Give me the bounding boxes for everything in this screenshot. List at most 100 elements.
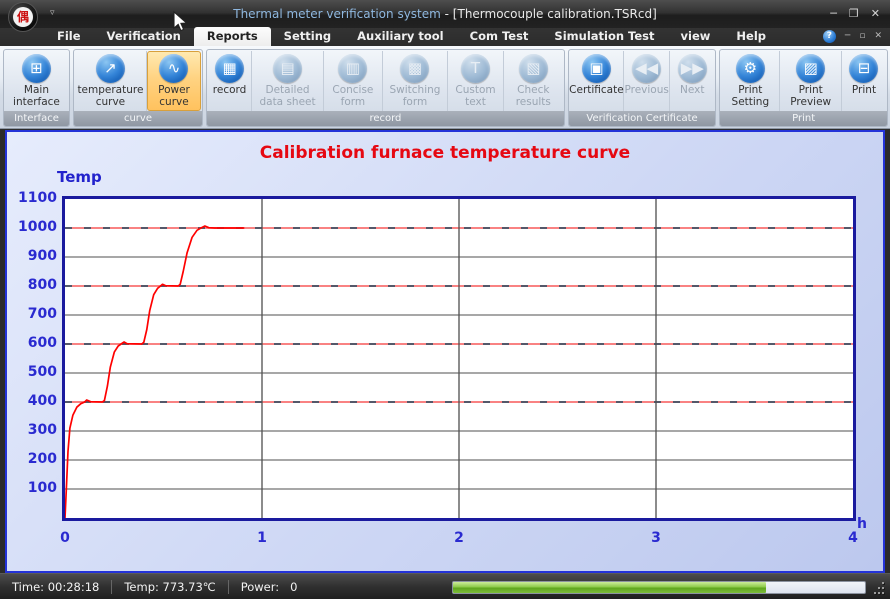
tab-help[interactable]: Help bbox=[723, 27, 779, 46]
custom-text-icon: T bbox=[461, 54, 490, 83]
ribbon-button-certificate[interactable]: ▣Certificate bbox=[570, 51, 624, 111]
ribbon-button-label: Main interface bbox=[10, 85, 63, 108]
y-tick-800: 800 bbox=[13, 277, 57, 293]
mdi-minimize-button[interactable]: ─ bbox=[845, 32, 850, 41]
tab-simulation-test[interactable]: Simulation Test bbox=[541, 27, 667, 46]
chart-title: Calibration furnace temperature curve bbox=[7, 143, 883, 163]
power-curve-icon: ∿ bbox=[159, 54, 188, 83]
window-title-app: Thermal meter verification system bbox=[233, 7, 441, 21]
ribbon-button-label: temperature curve bbox=[77, 85, 143, 108]
ribbon-button-custom-text[interactable]: TCustom text bbox=[448, 51, 504, 111]
y-tick-400: 400 bbox=[13, 393, 57, 409]
detailed-sheet-icon: ▤ bbox=[273, 54, 302, 83]
tab-com-test[interactable]: Com Test bbox=[457, 27, 542, 46]
close-button[interactable]: ✕ bbox=[871, 8, 880, 19]
minimize-button[interactable]: ─ bbox=[830, 8, 837, 19]
ribbon-button-power-curve[interactable]: ∿Power curve bbox=[147, 51, 201, 111]
status-temp: Temp: 773.73℃ bbox=[112, 580, 227, 594]
ribbon: ⊞Main interfaceInterface↗temperature cur… bbox=[0, 46, 890, 129]
ribbon-button-label: record bbox=[213, 85, 247, 97]
resize-grip[interactable] bbox=[873, 582, 886, 595]
x-tick-1: 1 bbox=[247, 530, 277, 546]
ribbon-button-detailed-data-sheet[interactable]: ▤Detailed data sheet bbox=[252, 51, 324, 111]
ribbon-button-print-setting[interactable]: ⚙Print Setting bbox=[721, 51, 780, 111]
ribbon-group-record: ▦record▤Detailed data sheet▥Concise form… bbox=[206, 49, 565, 127]
maximize-button[interactable]: ❐ bbox=[849, 8, 859, 19]
tab-setting[interactable]: Setting bbox=[271, 27, 344, 46]
tab-reports[interactable]: Reports bbox=[194, 27, 271, 46]
tab-view[interactable]: view bbox=[668, 27, 724, 46]
mdi-restore-button[interactable]: ▫ bbox=[859, 32, 865, 41]
previous-icon: ◀◀ bbox=[632, 54, 661, 83]
tab-auxiliary-tool[interactable]: Auxiliary tool bbox=[344, 27, 457, 46]
ribbon-button-switching-form[interactable]: ▩Switching form bbox=[383, 51, 449, 111]
plot-area bbox=[62, 196, 856, 521]
app-window: 偶 ▿ Thermal meter verification system - … bbox=[0, 0, 890, 599]
ribbon-button-label: Previous bbox=[624, 85, 668, 97]
series-furnace-temperature bbox=[65, 226, 244, 518]
status-bar: Time: 00:28:18 Temp: 773.73℃ Power: 0 bbox=[0, 573, 890, 599]
ribbon-button-main-interface[interactable]: ⊞Main interface bbox=[5, 51, 68, 111]
x-axis-unit: h bbox=[857, 516, 867, 532]
ribbon-button-previous[interactable]: ◀◀ Previous bbox=[624, 51, 670, 111]
x-tick-2: 2 bbox=[444, 530, 474, 546]
ribbon-button-label: Detailed data sheet bbox=[257, 85, 318, 108]
progress-fill bbox=[453, 582, 766, 593]
app-logo-icon[interactable]: 偶 bbox=[8, 2, 38, 32]
y-tick-900: 900 bbox=[13, 248, 57, 264]
check-results-icon: ▧ bbox=[519, 54, 548, 83]
printer-icon: ⊟ bbox=[849, 54, 878, 83]
ribbon-button-temperature-curve[interactable]: ↗temperature curve bbox=[75, 51, 147, 111]
status-power: Power: 0 bbox=[229, 580, 310, 594]
ribbon-group-verification-certificate: ▣Certificate◀◀Previous▶▶NextVerification… bbox=[568, 49, 716, 127]
y-axis-label: Temp bbox=[57, 168, 102, 186]
ribbon-group-label: curve bbox=[74, 111, 202, 126]
switching-form-icon: ▩ bbox=[400, 54, 429, 83]
ribbon-button-print[interactable]: ⊟ Print bbox=[842, 51, 886, 111]
window-title-doc: - [Thermocouple calibration.TSRcd] bbox=[445, 7, 657, 21]
tab-verification[interactable]: Verification bbox=[94, 27, 194, 46]
temperature-curve-plot bbox=[65, 199, 853, 518]
ribbon-button-label: Print Preview bbox=[785, 85, 836, 108]
y-tick-600: 600 bbox=[13, 335, 57, 351]
windows-icon: ⊞ bbox=[22, 54, 51, 83]
ribbon-group-curve: ↗temperature curve∿Power curvecurve bbox=[73, 49, 203, 127]
ribbon-button-label: Next bbox=[680, 85, 704, 97]
ribbon-group-label: Print bbox=[720, 111, 887, 126]
ribbon-group-print: ⚙Print Setting▨Print Preview⊟ Print Print bbox=[719, 49, 888, 127]
window-controls: ─ ❐ ✕ bbox=[830, 8, 880, 19]
temperature-curve-icon: ↗ bbox=[96, 54, 125, 83]
ribbon-group-label: Interface bbox=[4, 111, 69, 126]
ribbon-button-record[interactable]: ▦ record bbox=[208, 51, 252, 111]
ribbon-tab-row: FileVerificationReportsSettingAuxiliary … bbox=[0, 28, 890, 46]
ribbon-button-label: Power curve bbox=[152, 85, 196, 108]
y-tick-1000: 1000 bbox=[13, 219, 57, 235]
tab-file[interactable]: File bbox=[44, 27, 94, 46]
help-icon[interactable]: ? bbox=[823, 30, 836, 43]
ribbon-button-check-results[interactable]: ▧Check results bbox=[504, 51, 563, 111]
ribbon-button-label: Custom text bbox=[453, 85, 498, 108]
ribbon-button-label: Print bbox=[852, 85, 876, 97]
y-tick-500: 500 bbox=[13, 364, 57, 380]
ribbon-button-label: Concise form bbox=[329, 85, 377, 108]
window-title: Thermal meter verification system - [The… bbox=[0, 7, 890, 21]
ribbon-button-print-preview[interactable]: ▨Print Preview bbox=[780, 51, 842, 111]
mdi-close-button[interactable]: ✕ bbox=[874, 32, 882, 41]
print-setting-gear-icon: ⚙ bbox=[736, 54, 765, 83]
x-tick-4: 4 bbox=[838, 530, 868, 546]
app-logo-glyph: 偶 bbox=[13, 7, 33, 27]
next-icon: ▶▶ bbox=[678, 54, 707, 83]
mdi-controls: ? ─ ▫ ✕ bbox=[823, 30, 882, 43]
ribbon-group-label: record bbox=[207, 111, 564, 126]
y-tick-200: 200 bbox=[13, 451, 57, 467]
record-table-icon: ▦ bbox=[215, 54, 244, 83]
status-time: Time: 00:28:18 bbox=[0, 580, 111, 594]
progress-bar bbox=[452, 581, 866, 594]
ribbon-button-next[interactable]: ▶▶ Next bbox=[670, 51, 714, 111]
ribbon-button-concise-form[interactable]: ▥Concise form bbox=[324, 51, 383, 111]
ribbon-button-label: Check results bbox=[509, 85, 558, 108]
y-tick-300: 300 bbox=[13, 422, 57, 438]
x-tick-0: 0 bbox=[50, 530, 80, 546]
ribbon-button-label: Switching form bbox=[388, 85, 443, 108]
ribbon-group-interface: ⊞Main interfaceInterface bbox=[3, 49, 70, 127]
